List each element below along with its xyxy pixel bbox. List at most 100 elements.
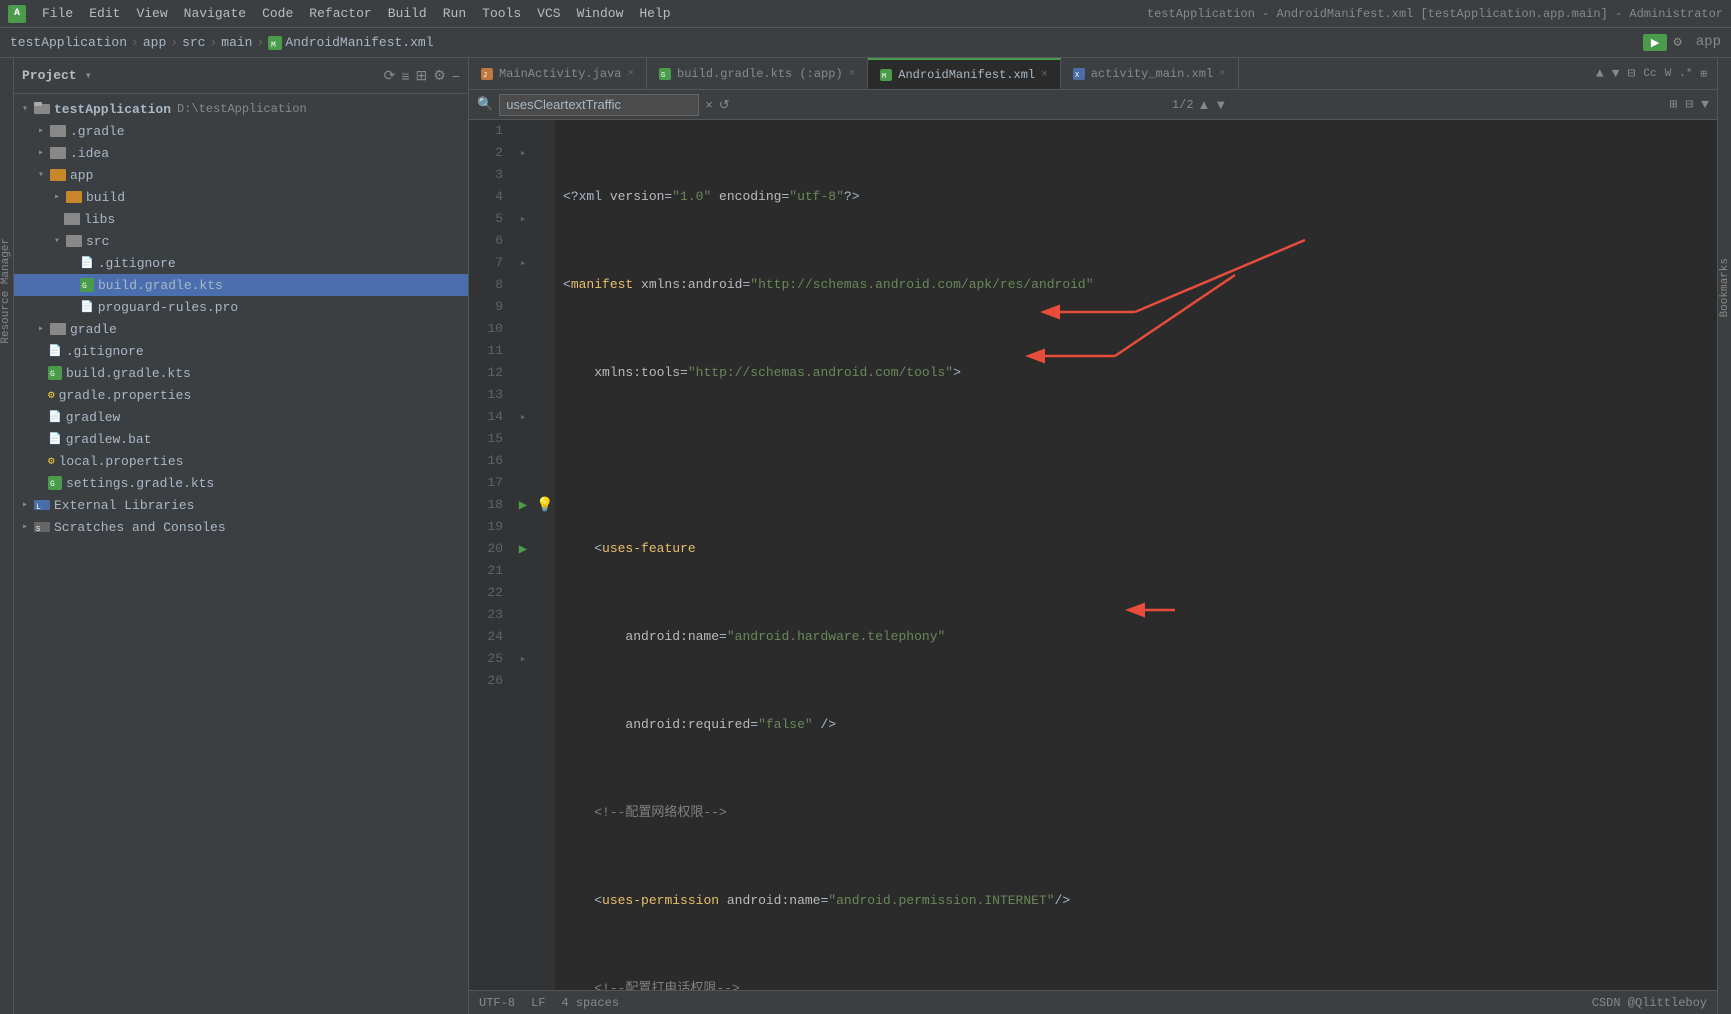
tree-item-external-libs[interactable]: L External Libraries <box>14 494 468 516</box>
search-clear-button[interactable]: × <box>705 97 713 112</box>
fold-25-icon[interactable]: ▸ <box>520 652 527 666</box>
tree-label-gitignore-app: .gitignore <box>98 256 176 271</box>
tree-item-settings-gradle[interactable]: G settings.gradle.kts <box>14 472 468 494</box>
ln-11: 11 <box>469 340 503 362</box>
tab-build-gradle[interactable]: G build.gradle.kts (:app) × <box>647 58 868 89</box>
ln-19: 19 <box>469 516 503 538</box>
menu-vcs[interactable]: VCS <box>537 6 560 21</box>
tree-item-app[interactable]: app <box>14 164 468 186</box>
search-next-button[interactable]: ▼ <box>1214 97 1227 112</box>
tree-item-libs[interactable]: libs <box>14 208 468 230</box>
toolbar-up-icon[interactable]: ▲ <box>1596 66 1604 81</box>
toolbar-regex-icon[interactable]: .* <box>1679 68 1692 80</box>
layout-icon[interactable]: ⊞ <box>416 67 428 84</box>
warn-empty-15 <box>535 428 555 450</box>
panel-dropdown-icon[interactable]: ▾ <box>85 68 92 83</box>
tab-activity-main[interactable]: X activity_main.xml × <box>1061 58 1239 89</box>
tab-close-android-manifest[interactable]: × <box>1041 69 1048 81</box>
tree-label-settings-gradle: settings.gradle.kts <box>66 476 214 491</box>
menu-code[interactable]: Code <box>262 6 293 21</box>
tree-item-local-properties[interactable]: ⚙ local.properties <box>14 450 468 472</box>
code-content[interactable]: <?xml version="1.0" encoding="utf-8"?> <… <box>555 120 1717 990</box>
tab-android-manifest[interactable]: M AndroidManifest.xml × <box>868 58 1060 89</box>
tab-close-main-activity[interactable]: × <box>627 68 634 80</box>
search-prev-button[interactable]: ▲ <box>1198 97 1211 112</box>
toolbar-format-icon[interactable]: Cc <box>1643 68 1656 80</box>
tree-item-gitignore-app[interactable]: 📄 .gitignore <box>14 252 468 274</box>
menu-refactor[interactable]: Refactor <box>309 6 371 21</box>
menu-run[interactable]: Run <box>443 6 466 21</box>
toolbar-word-icon[interactable]: W <box>1665 68 1672 80</box>
panel-actions: ⟳ ≡ ⊞ ⚙ − <box>384 67 460 84</box>
collapse-all-icon[interactable]: ≡ <box>401 67 409 84</box>
tree-item-src[interactable]: src <box>14 230 468 252</box>
menu-view[interactable]: View <box>136 6 167 21</box>
xml-tab-icon: X <box>1073 68 1085 80</box>
gutter-17 <box>511 472 535 494</box>
menu-navigate[interactable]: Navigate <box>184 6 246 21</box>
menu-edit[interactable]: Edit <box>89 6 120 21</box>
warn-empty-23 <box>535 604 555 626</box>
fold-2-icon[interactable]: ▸ <box>520 146 527 160</box>
toolbar-down-icon[interactable]: ▼ <box>1612 66 1620 81</box>
bookmarks-label[interactable]: Bookmarks <box>1719 258 1731 317</box>
close-panel-icon[interactable]: − <box>452 67 460 84</box>
fold-5-icon[interactable]: ▸ <box>520 212 527 226</box>
menu-build[interactable]: Build <box>388 6 427 21</box>
tree-root[interactable]: testApplication D:\testApplication <box>14 98 468 120</box>
gutter-10 <box>511 318 535 340</box>
arrow-build <box>50 190 64 204</box>
settings-button[interactable]: ⚙ <box>1673 34 1681 51</box>
filter-icon[interactable]: ▼ <box>1701 97 1709 112</box>
breadcrumb-item-2[interactable]: src <box>182 35 205 50</box>
resource-manager-tab[interactable]: Resource Manager <box>0 238 14 348</box>
tree-item-build[interactable]: build <box>14 186 468 208</box>
menu-tools[interactable]: Tools <box>482 6 521 21</box>
warn-empty-3 <box>535 164 555 186</box>
dedent-icon[interactable]: ⊟ <box>1685 97 1693 112</box>
fold-14-icon[interactable]: ▸ <box>520 410 527 424</box>
tree-item-proguard[interactable]: 📄 proguard-rules.pro <box>14 296 468 318</box>
menu-file[interactable]: File <box>42 6 73 21</box>
tree-item-gradle-properties[interactable]: ⚙ gradle.properties <box>14 384 468 406</box>
tree-item-gradle[interactable]: gradle <box>14 318 468 340</box>
tree-item-gradlew-bat[interactable]: 📄 gradlew.bat <box>14 428 468 450</box>
breadcrumb-item-1[interactable]: app <box>143 35 166 50</box>
tree-item-scratches[interactable]: S Scratches and Consoles <box>14 516 468 538</box>
toolbar-split-icon[interactable]: ⊟ <box>1628 66 1636 81</box>
indent-icon[interactable]: ⊞ <box>1670 97 1678 112</box>
window-title: testApplication - AndroidManifest.xml [t… <box>1147 7 1723 21</box>
tree-item-gitignore-root[interactable]: 📄 .gitignore <box>14 340 468 362</box>
tree-item-build-gradle-app[interactable]: G build.gradle.kts <box>14 274 468 296</box>
fold-7-icon[interactable]: ▸ <box>520 256 527 270</box>
search-input[interactable] <box>499 94 699 116</box>
gutter-6 <box>511 230 535 252</box>
tree-item-idea[interactable]: .idea <box>14 142 468 164</box>
tree-root-path: D:\testApplication <box>177 102 307 116</box>
tab-main-activity[interactable]: J MainActivity.java × <box>469 58 647 89</box>
toolbar-filter-icon[interactable]: ⊞ <box>1700 67 1707 81</box>
gutter-19 <box>511 516 535 538</box>
tree-label-gradlew: gradlew <box>66 410 121 425</box>
menu-window[interactable]: Window <box>577 6 624 21</box>
breadcrumb-item-4[interactable]: AndroidManifest.xml <box>285 35 433 50</box>
folder-icon-idea <box>50 147 66 159</box>
ln-14: 14 <box>469 406 503 428</box>
breadcrumb-item-3[interactable]: main <box>221 35 252 50</box>
search-reload-button[interactable]: ↺ <box>719 97 730 113</box>
breadcrumb-item-0[interactable]: testApplication <box>10 35 127 50</box>
menu-help[interactable]: Help <box>639 6 670 21</box>
run-button[interactable]: ▶ <box>1643 34 1667 51</box>
tree-item-gradlew[interactable]: 📄 gradlew <box>14 406 468 428</box>
settings-gear-icon[interactable]: ⚙ <box>433 67 446 84</box>
warn-empty-10 <box>535 318 555 340</box>
tab-close-activity-main[interactable]: × <box>1219 68 1226 80</box>
tab-close-build-gradle[interactable]: × <box>849 68 856 80</box>
code-editor[interactable]: 1 2 3 4 5 6 7 8 9 10 11 12 13 14 15 16 1… <box>469 120 1717 990</box>
tree-item-gradle-hidden[interactable]: .gradle <box>14 120 468 142</box>
app-label[interactable]: app <box>1696 34 1721 51</box>
gradlew-icon: 📄 <box>48 410 62 424</box>
proguard-icon: 📄 <box>80 300 94 314</box>
tree-item-build-gradle-root[interactable]: G build.gradle.kts <box>14 362 468 384</box>
sync-icon[interactable]: ⟳ <box>384 67 396 84</box>
